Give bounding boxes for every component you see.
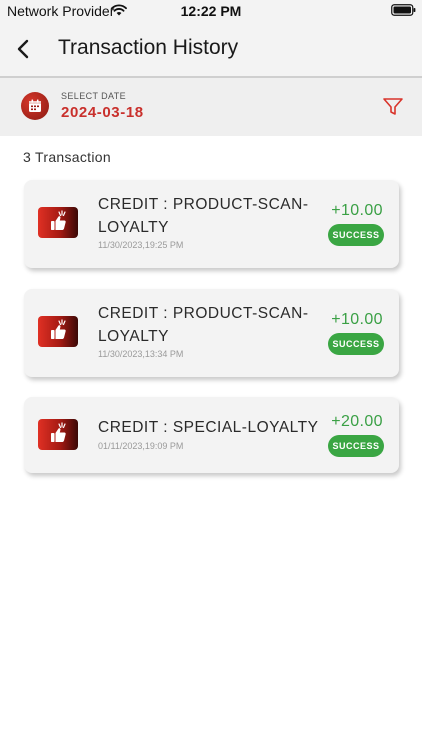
thumbs-up-icon	[38, 419, 78, 450]
transaction-date: 01/11/2023,19:09 PM	[98, 441, 184, 451]
filter-icon[interactable]	[382, 97, 404, 117]
app-header: Transaction History	[0, 24, 422, 78]
transaction-date: 11/30/2023,19:25 PM	[98, 240, 184, 250]
calendar-icon	[21, 92, 49, 120]
page-title: Transaction History	[58, 36, 239, 59]
select-date-label: SELECT DATE	[61, 91, 127, 101]
transaction-history-screen: Network Provider 12:22 PM Transaction Hi…	[0, 0, 422, 750]
transaction-card[interactable]: CREDIT : PRODUCT-SCAN-LOYALTY 11/30/2023…	[24, 289, 399, 377]
transaction-title: CREDIT : PRODUCT-SCAN-LOYALTY	[98, 305, 309, 345]
selected-date-value: 2024-03-18	[61, 104, 144, 121]
date-selector[interactable]: SELECT DATE 2024-03-18	[0, 78, 422, 136]
chevron-left-icon	[17, 39, 29, 59]
transaction-title: CREDIT : PRODUCT-SCAN-LOYALTY	[98, 196, 309, 236]
transaction-title: CREDIT : SPECIAL-LOYALTY	[98, 419, 319, 436]
status-bar: Network Provider 12:22 PM	[0, 0, 422, 24]
status-time: 12:22 PM	[180, 3, 242, 19]
transaction-count: 3 Transaction	[23, 149, 111, 165]
battery-icon	[391, 4, 416, 16]
transaction-card[interactable]: CREDIT : PRODUCT-SCAN-LOYALTY 11/30/2023…	[24, 180, 399, 268]
transaction-amount: +10.00	[331, 311, 383, 328]
back-button[interactable]	[10, 36, 36, 62]
thumbs-up-icon	[38, 316, 78, 347]
transaction-date: 11/30/2023,13:34 PM	[98, 349, 184, 359]
status-badge: SUCCESS	[328, 333, 384, 355]
status-badge: SUCCESS	[328, 224, 384, 246]
transaction-amount: +20.00	[331, 413, 383, 430]
transaction-card[interactable]: CREDIT : SPECIAL-LOYALTY 01/11/2023,19:0…	[24, 397, 399, 473]
transaction-amount: +10.00	[331, 202, 383, 219]
status-badge: SUCCESS	[328, 435, 384, 457]
thumbs-up-icon	[38, 207, 78, 238]
